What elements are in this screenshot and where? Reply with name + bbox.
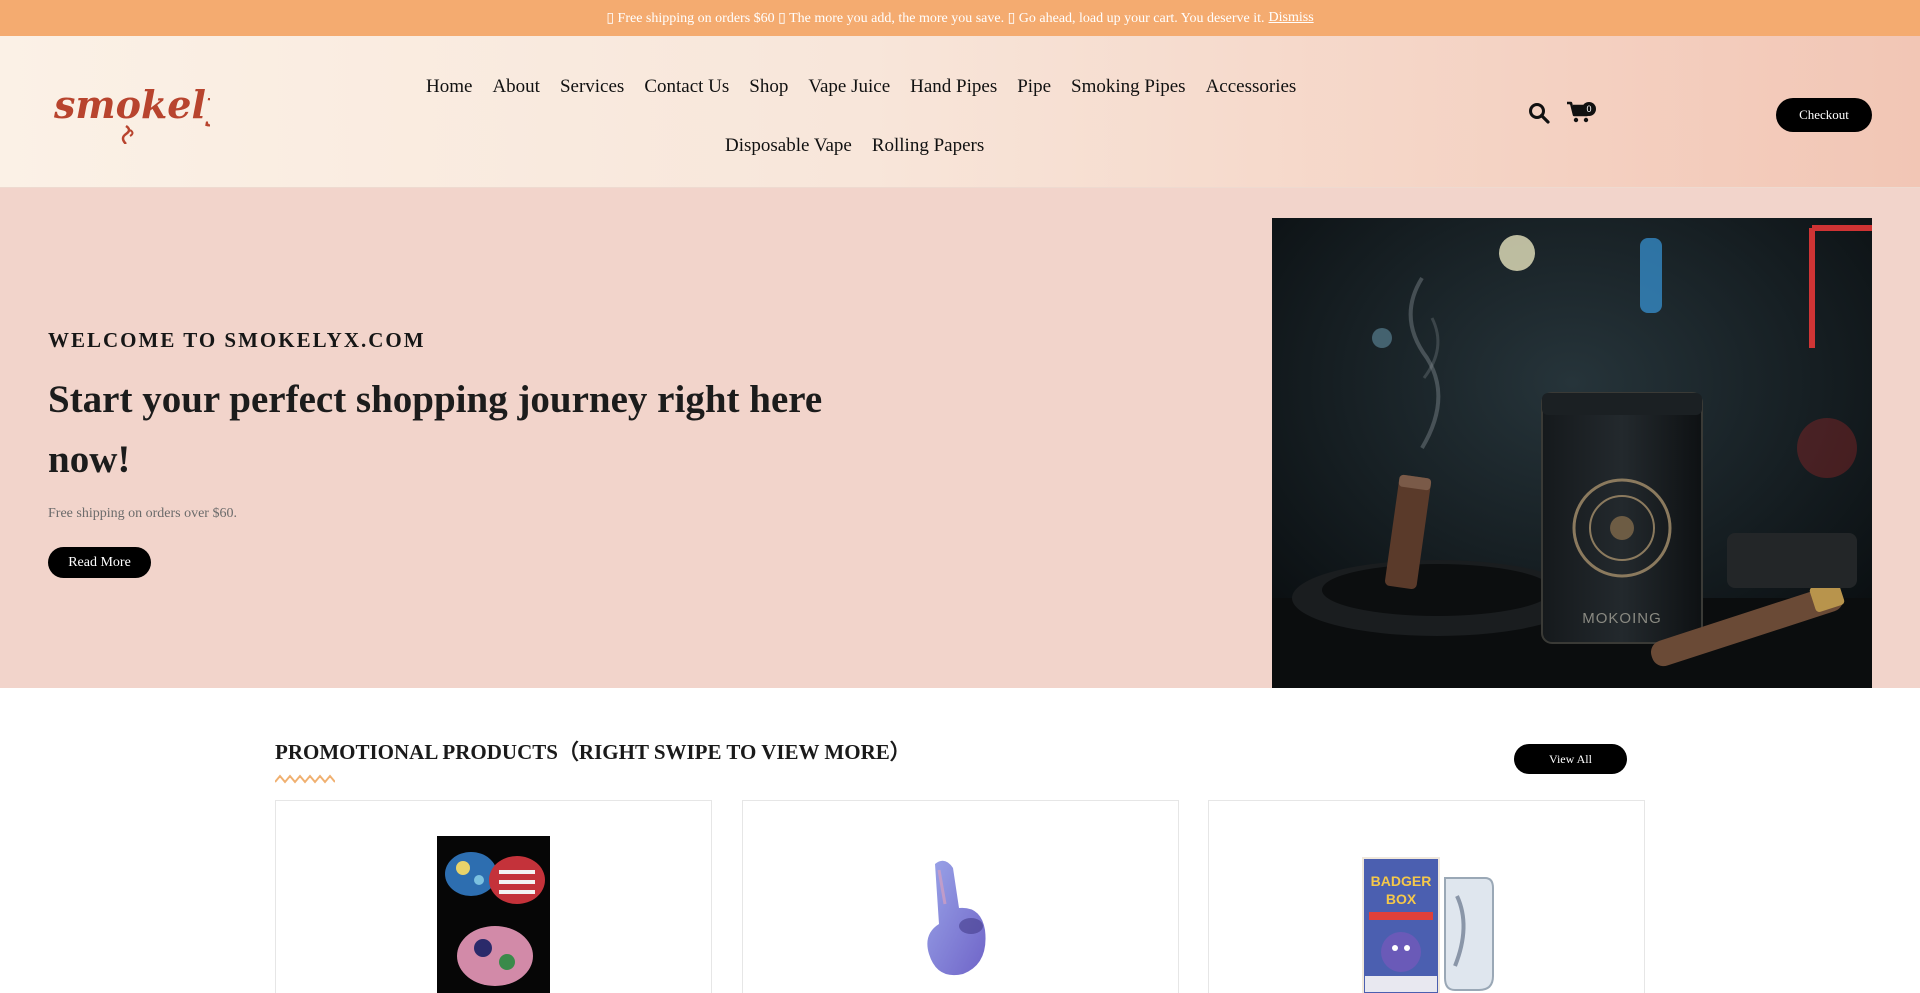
product-box-text-line1: BADGER — [1371, 873, 1432, 889]
nav-item-vape-juice[interactable]: Vape Juice — [798, 72, 900, 102]
hero-image-box-text: MOKOING — [1582, 610, 1662, 627]
nav-item-home[interactable]: Home — [416, 72, 482, 102]
product-box-text-line2: BOX — [1386, 891, 1417, 907]
site-header: smokelyx Home About Services Contact Us … — [0, 36, 1920, 188]
nav-item-shop[interactable]: Shop — [739, 72, 798, 102]
zigzag-divider-icon — [275, 774, 335, 784]
product-card[interactable]: BADGER BOX — [1208, 800, 1645, 993]
hero-eyebrow: WELCOME TO SMOKELYX.COM — [48, 328, 426, 352]
main-nav-row2: Disposable Vape Rolling Papers — [715, 131, 994, 161]
logo-text: smokelyx — [53, 82, 210, 127]
announcement-text: ▯ Free shipping on orders $60 ▯ The more… — [606, 10, 1265, 26]
cart-count-badge: 0 — [1582, 102, 1596, 116]
search-icon[interactable] — [1528, 102, 1550, 124]
view-all-button[interactable]: View All — [1514, 744, 1627, 774]
product-card[interactable] — [742, 800, 1179, 993]
nav-item-contact-us[interactable]: Contact Us — [634, 72, 739, 102]
nav-item-accessories[interactable]: Accessories — [1196, 72, 1307, 102]
nav-item-hand-pipes[interactable]: Hand Pipes — [900, 72, 1007, 102]
nav-item-smoking-pipes[interactable]: Smoking Pipes — [1061, 72, 1196, 102]
dismiss-link[interactable]: Dismiss — [1269, 10, 1314, 26]
product-image — [437, 836, 550, 993]
nav-item-services[interactable]: Services — [550, 72, 634, 102]
logo[interactable]: smokelyx — [50, 78, 210, 144]
read-more-button[interactable]: Read More — [48, 547, 151, 578]
hero-image: MOKOING — [1272, 218, 1872, 688]
nav-item-pipe[interactable]: Pipe — [1007, 72, 1061, 102]
product-image — [927, 860, 986, 976]
product-card[interactable] — [275, 800, 712, 993]
checkout-button[interactable]: Checkout — [1776, 98, 1872, 132]
hero-title: Start your perfect shopping journey righ… — [48, 378, 823, 481]
promo-section-title: PROMOTIONAL PRODUCTS（RIGHT SWIPE TO VIEW… — [275, 740, 911, 764]
nav-item-about[interactable]: About — [482, 72, 550, 102]
nav-item-rolling-papers[interactable]: Rolling Papers — [862, 131, 994, 161]
main-nav: Home About Services Contact Us Shop Vape… — [416, 72, 1306, 102]
nav-item-disposable-vape[interactable]: Disposable Vape — [715, 131, 862, 161]
product-image: BADGER BOX — [1362, 857, 1494, 993]
hero-subtitle: Free shipping on orders over $60. — [48, 506, 237, 521]
hero-section: WELCOME TO SMOKELYX.COM Start your perfe… — [0, 188, 1920, 688]
announcement-bar: ▯ Free shipping on orders $60 ▯ The more… — [0, 0, 1920, 36]
